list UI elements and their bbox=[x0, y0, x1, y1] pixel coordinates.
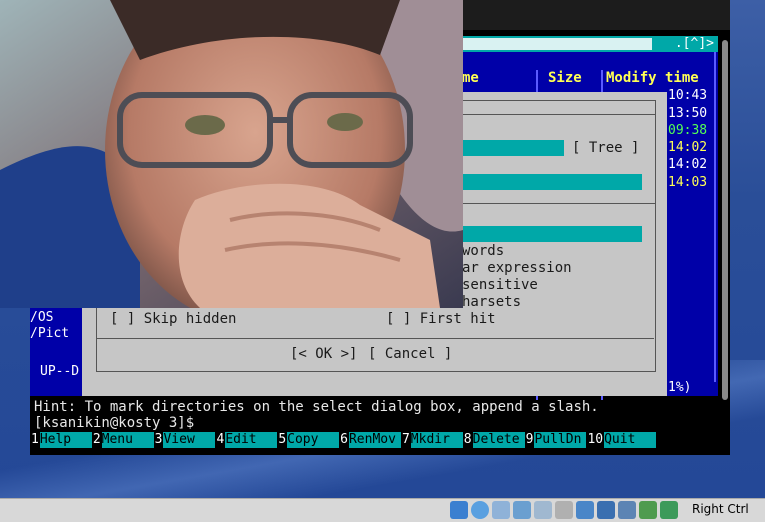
fkey-number: 5 bbox=[277, 432, 288, 448]
file-modify-time[interactable]: 14:02 bbox=[668, 157, 707, 172]
fkey-label: RenMov bbox=[348, 432, 401, 448]
webcam-face-image bbox=[0, 0, 463, 308]
fkey-edit[interactable]: 4 Edit bbox=[215, 432, 278, 448]
fkey-help[interactable]: 1 Help bbox=[30, 432, 92, 448]
file-modify-time[interactable]: 13:50 bbox=[668, 106, 707, 121]
all-charsets-option[interactable]: harsets bbox=[462, 294, 521, 310]
fkey-menu[interactable]: 2 Menu bbox=[91, 432, 154, 448]
up-dir-label: UP--D bbox=[40, 364, 80, 379]
network-icon[interactable] bbox=[513, 501, 531, 519]
fkey-delete[interactable]: 8 Delete bbox=[462, 432, 525, 448]
fkey-label: Copy bbox=[287, 432, 340, 448]
fkey-number: 1 bbox=[30, 432, 40, 448]
fkey-label: Edit bbox=[225, 432, 278, 448]
fkey-renmov[interactable]: 6 RenMov bbox=[339, 432, 401, 448]
right-panel-titlebar: .[^]> bbox=[462, 36, 718, 52]
skip-hidden-checkbox[interactable]: [ ] Skip hidden bbox=[110, 311, 236, 327]
left-panel-list: /OS /Pict bbox=[30, 310, 82, 342]
regex-option[interactable]: ar expression bbox=[462, 260, 572, 276]
mouse-integration-icon[interactable] bbox=[639, 501, 657, 519]
optical-drive-icon[interactable] bbox=[471, 501, 489, 519]
file-modify-time[interactable]: 09:38 bbox=[668, 123, 707, 138]
arrow-icon[interactable] bbox=[660, 501, 678, 519]
case-sensitive-option[interactable]: sensitive bbox=[462, 277, 538, 293]
start-at-field[interactable] bbox=[462, 140, 564, 156]
shell-prompt[interactable]: [ksanikin@kosty 3]$ bbox=[34, 415, 194, 431]
fkey-label: Quit bbox=[604, 432, 657, 448]
vm-scrollbar[interactable] bbox=[722, 40, 728, 400]
content-field[interactable] bbox=[462, 226, 642, 242]
fkey-view[interactable]: 3 View bbox=[153, 432, 216, 448]
fkey-number: 10 bbox=[586, 432, 605, 448]
status-tray bbox=[450, 501, 678, 519]
shared-folder-icon[interactable] bbox=[555, 501, 573, 519]
file-name-field[interactable] bbox=[462, 174, 642, 190]
vm-status-bar bbox=[0, 498, 765, 522]
column-name-header[interactable]: me bbox=[462, 70, 479, 86]
hint-line: Hint: To mark directories on the select … bbox=[34, 399, 599, 415]
fkey-quit[interactable]: 10 Quit bbox=[586, 432, 657, 448]
column-modify-time-header[interactable]: Modify time bbox=[606, 70, 699, 86]
fkey-number: 4 bbox=[215, 432, 226, 448]
webcam-overlay bbox=[0, 0, 463, 308]
cancel-button[interactable]: [ Cancel ] bbox=[368, 346, 452, 362]
fkey-label: Menu bbox=[101, 432, 154, 448]
fkey-label: Help bbox=[39, 432, 92, 448]
fkey-number: 3 bbox=[153, 432, 164, 448]
panel-corner-buttons[interactable]: .[^]> bbox=[675, 36, 714, 52]
host-key-label[interactable]: Right Ctrl bbox=[692, 502, 749, 516]
fkey-number: 2 bbox=[91, 432, 102, 448]
file-modify-time[interactable]: 14:02 bbox=[668, 140, 707, 155]
fkey-number: 9 bbox=[524, 432, 535, 448]
cpu-icon[interactable] bbox=[618, 501, 636, 519]
left-panel-item[interactable]: /OS bbox=[30, 310, 82, 326]
panel-percent: 1%) bbox=[668, 380, 692, 395]
fkey-label: View bbox=[163, 432, 216, 448]
fkey-label: Mkdir bbox=[410, 432, 463, 448]
file-modify-time[interactable]: 14:03 bbox=[668, 175, 707, 190]
audio-icon[interactable] bbox=[492, 501, 510, 519]
left-panel-item[interactable]: /Pict bbox=[30, 326, 82, 342]
panel-right-border bbox=[714, 52, 716, 382]
recording-icon[interactable] bbox=[597, 501, 615, 519]
fkey-mkdir[interactable]: 7 Mkdir bbox=[400, 432, 463, 448]
display-icon[interactable] bbox=[576, 501, 594, 519]
fkey-label: PullDn bbox=[534, 432, 587, 448]
file-modify-time[interactable]: 10:43 bbox=[668, 88, 707, 103]
fkey-number: 7 bbox=[400, 432, 411, 448]
function-key-bar: 1 Help 2 Menu 3 View 4 Edit 5 Copy 6 RenMov 7M… bbox=[30, 432, 718, 448]
hard-disk-icon[interactable] bbox=[450, 501, 468, 519]
fkey-number: 6 bbox=[339, 432, 349, 448]
fkey-copy[interactable]: 5 Copy bbox=[277, 432, 340, 448]
dialog-divider bbox=[96, 338, 654, 339]
usb-icon[interactable] bbox=[534, 501, 552, 519]
whole-words-option[interactable]: words bbox=[462, 243, 504, 259]
fkey-number: 8 bbox=[462, 432, 473, 448]
first-hit-checkbox[interactable]: [ ] First hit bbox=[386, 311, 496, 327]
tree-button[interactable]: [ Tree ] bbox=[572, 140, 639, 156]
panel-path-field bbox=[462, 38, 652, 50]
fkey-label: Delete bbox=[472, 432, 525, 448]
column-size-header[interactable]: Size bbox=[548, 70, 582, 86]
ok-button[interactable]: [< OK >] bbox=[290, 346, 357, 362]
fkey-pulldn[interactable]: 9 PullDn bbox=[524, 432, 587, 448]
